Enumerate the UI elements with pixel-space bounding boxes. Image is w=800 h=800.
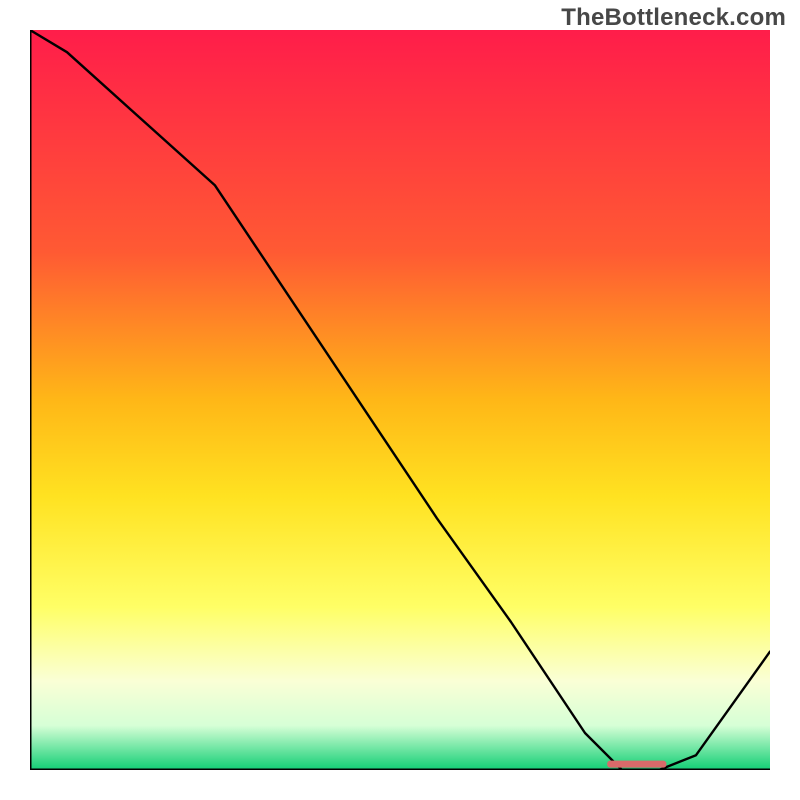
plot-area: [30, 30, 770, 770]
watermark-text: TheBottleneck.com: [561, 4, 786, 32]
axis-layer: [30, 30, 770, 770]
chart-stage: TheBottleneck.com: [0, 0, 800, 800]
